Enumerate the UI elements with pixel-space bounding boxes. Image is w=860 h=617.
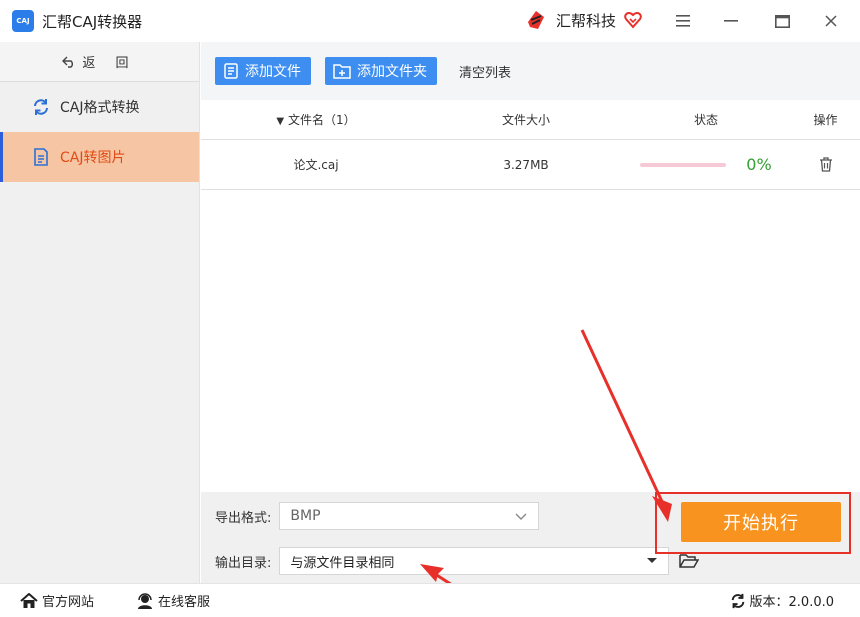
website-label: 官方网站 xyxy=(42,595,95,610)
close-icon[interactable] xyxy=(820,10,842,32)
chevron-down-icon xyxy=(515,513,527,520)
sidebar-item-label: CAJ转图片 xyxy=(60,150,126,166)
clear-list-button[interactable]: 清空列表 xyxy=(459,62,511,81)
toolbar: 添加文件 添加文件夹 清空列表 xyxy=(201,42,860,100)
back-button[interactable]: 返 回 xyxy=(0,42,199,82)
main-panel: 添加文件 添加文件夹 清空列表 ▼ 文件名（1） 文件大小 状态 操作 论文.c… xyxy=(201,42,860,492)
progress-percent: 0% xyxy=(746,155,772,174)
sidebar-item-label: CAJ格式转换 xyxy=(60,100,140,116)
file-table-header: ▼ 文件名（1） 文件大小 状态 操作 xyxy=(201,100,860,140)
brand-logo-icon xyxy=(528,11,544,29)
add-file-icon xyxy=(224,63,238,79)
column-header-name-label: 文件名（1） xyxy=(287,113,356,127)
column-header-size: 文件大小 xyxy=(501,113,550,127)
add-folder-button[interactable]: 添加文件夹 xyxy=(325,57,437,85)
open-folder-icon[interactable] xyxy=(679,553,700,569)
column-header-status: 状态 xyxy=(693,113,718,127)
file-size: 3.27MB xyxy=(503,157,549,172)
start-button-highlight: 开始执行 xyxy=(655,492,851,554)
output-dir-value: 与源文件目录相同 xyxy=(290,555,395,571)
support-label: 在线客服 xyxy=(158,595,211,610)
app-title: 汇帮CAJ转换器 xyxy=(42,12,143,31)
sidebar: 返 回 CAJ格式转换 CAJ转图片 xyxy=(0,42,200,583)
progress-bar xyxy=(640,162,727,167)
column-header-name[interactable]: ▼ 文件名（1） xyxy=(201,111,431,128)
support-link[interactable]: 在线客服 xyxy=(136,591,210,610)
add-folder-label: 添加文件夹 xyxy=(357,64,427,80)
sort-down-icon: ▼ xyxy=(276,116,285,127)
menu-icon[interactable] xyxy=(672,10,694,32)
caret-down-icon xyxy=(647,558,658,563)
document-icon xyxy=(32,148,50,166)
start-button[interactable]: 开始执行 xyxy=(681,502,841,542)
title-bar: CAJ 汇帮CAJ转换器 汇帮科技 xyxy=(0,0,860,42)
add-folder-icon xyxy=(333,64,351,79)
sidebar-item-caj-to-image[interactable]: CAJ转图片 xyxy=(0,132,199,182)
file-status: 0% xyxy=(621,155,791,174)
app-logo-icon: CAJ xyxy=(12,10,34,32)
column-header-op: 操作 xyxy=(813,113,838,127)
format-value: BMP xyxy=(290,508,321,524)
format-label: 导出格式: xyxy=(215,510,272,526)
maximize-icon[interactable] xyxy=(771,10,793,32)
status-bar: 官方网站 在线客服 版本：2.0.0.0 xyxy=(0,583,860,617)
version-label: 版本：2.0.0.0 xyxy=(749,595,834,610)
table-row[interactable]: 论文.caj 3.27MB 0% xyxy=(201,140,860,190)
add-file-label: 添加文件 xyxy=(245,64,301,80)
minimize-icon[interactable] xyxy=(720,10,742,32)
heart-icon[interactable] xyxy=(624,11,642,29)
output-dir-select[interactable]: 与源文件目录相同 xyxy=(279,547,670,575)
delete-button[interactable] xyxy=(791,157,860,172)
format-row: 导出格式: BMP xyxy=(215,502,540,530)
brand[interactable]: 汇帮科技 xyxy=(524,8,642,32)
brand-name: 汇帮科技 xyxy=(556,11,617,30)
home-icon xyxy=(20,592,38,608)
trash-icon xyxy=(819,157,832,172)
format-select[interactable]: BMP xyxy=(279,502,540,530)
version-info[interactable]: 版本：2.0.0.0 xyxy=(730,591,834,610)
settings-panel: 导出格式: BMP 输出目录: 与源文件目录相同 开始执行 xyxy=(201,492,860,583)
file-name: 论文.caj xyxy=(293,158,339,172)
output-dir-label: 输出目录: xyxy=(215,555,272,571)
back-arrow-icon xyxy=(62,56,74,68)
sidebar-item-caj-format-convert[interactable]: CAJ格式转换 xyxy=(0,82,199,132)
refresh-icon xyxy=(731,593,744,608)
website-link[interactable]: 官方网站 xyxy=(20,591,94,610)
output-dir-row: 输出目录: 与源文件目录相同 xyxy=(215,547,700,575)
back-label: 返 回 xyxy=(82,56,137,71)
refresh-icon xyxy=(32,98,50,116)
add-file-button[interactable]: 添加文件 xyxy=(215,57,311,85)
headset-icon xyxy=(138,592,153,609)
